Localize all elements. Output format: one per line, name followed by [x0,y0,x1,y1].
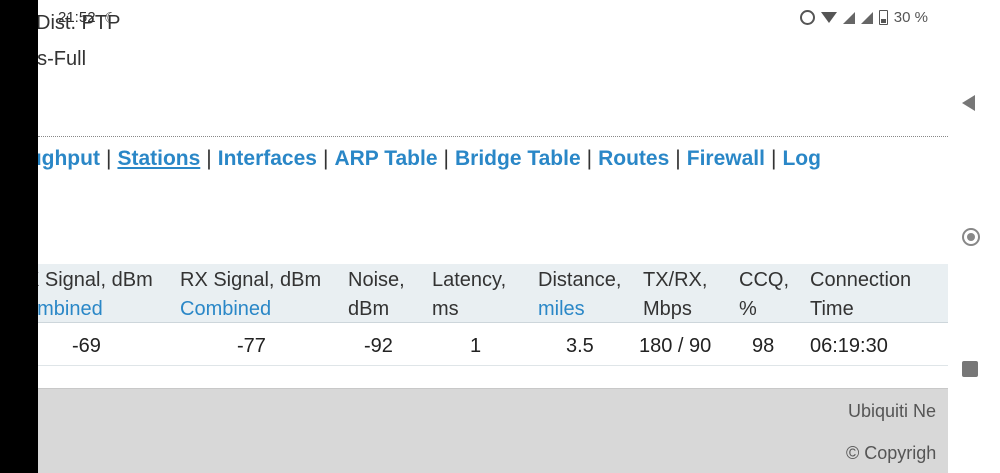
nav-separator: | [105,147,112,170]
recent-apps-icon[interactable] [962,361,978,377]
nav-separator: | [322,147,329,170]
cell-connection-time: 06:19:30 [810,335,888,357]
nav-separator: | [206,147,212,170]
cell-ccq: 98 [752,335,775,357]
cell-rx-signal: -77 [237,335,266,357]
cell-tx-signal: -69 [72,335,101,357]
wifi-icon [820,12,837,23]
browser-content: 21:52 ☾ 30 % l Dist. PTP ps-Full oughput… [38,0,948,473]
table-row: -69 -77 -92 1 3.5 180 / 90 98 06:19:30 [38,323,948,366]
signal-icon-2 [860,11,873,24]
cell-distance: 3.5 [566,335,594,357]
nav-throughput[interactable]: oughput [38,147,100,170]
nav-stations[interactable]: Stations [117,147,200,170]
dotted-divider [38,136,948,137]
link-speed-text: ps-Full [38,48,87,70]
col-distance[interactable]: Distance, miles [538,266,621,324]
main-nav-menu: oughput|Stations|Interfaces|ARP Table|Br… [38,147,821,171]
page-footer: Ubiquiti Ne © Copyrigh [38,388,948,473]
nav-separator: | [443,147,449,170]
back-icon[interactable] [962,95,975,111]
col-ccq[interactable]: CCQ,% [739,266,789,324]
nav-separator: | [586,147,593,170]
home-icon[interactable] [962,228,980,246]
footer-company: Ubiquiti Ne [848,401,937,421]
nav-firewall[interactable]: Firewall [687,147,765,170]
cell-noise: -92 [364,335,393,357]
nav-bridge-table[interactable]: Bridge Table [455,147,581,170]
battery-icon [878,10,888,25]
device-mode-text: l Dist. PTP [38,12,121,34]
status-icons: 30 % [799,9,928,26]
nav-separator: | [770,147,777,170]
col-noise[interactable]: Noise, dBm [348,266,405,324]
col-tx-signal[interactable]: X Signal, dBmombined [38,266,153,324]
alarm-icon [799,10,815,25]
left-black-bar [0,0,38,473]
col-connection-time[interactable]: Connection Time [810,266,911,324]
nav-arp-table[interactable]: ARP Table [334,147,437,170]
signal-icon [842,11,855,24]
col-rx-signal[interactable]: RX Signal, dBm Combined [180,266,321,324]
battery-percent: 30 % [893,9,928,26]
col-latency[interactable]: Latency, ms [432,266,506,324]
cell-txrx: 180 / 90 [639,335,712,357]
table-header: X Signal, dBmombined RX Signal, dBmCombi… [38,264,948,323]
footer-copyright: © Copyrigh [846,443,937,463]
status-bar: 21:52 ☾ 30 % [38,0,948,38]
nav-separator: | [675,147,681,170]
nav-interfaces[interactable]: Interfaces [218,147,317,170]
nav-routes[interactable]: Routes [598,147,669,170]
col-txrx[interactable]: TX/RX, Mbps [643,266,707,324]
cell-latency: 1 [470,335,482,357]
android-nav-bar [948,0,1000,473]
nav-log[interactable]: Log [782,147,820,170]
